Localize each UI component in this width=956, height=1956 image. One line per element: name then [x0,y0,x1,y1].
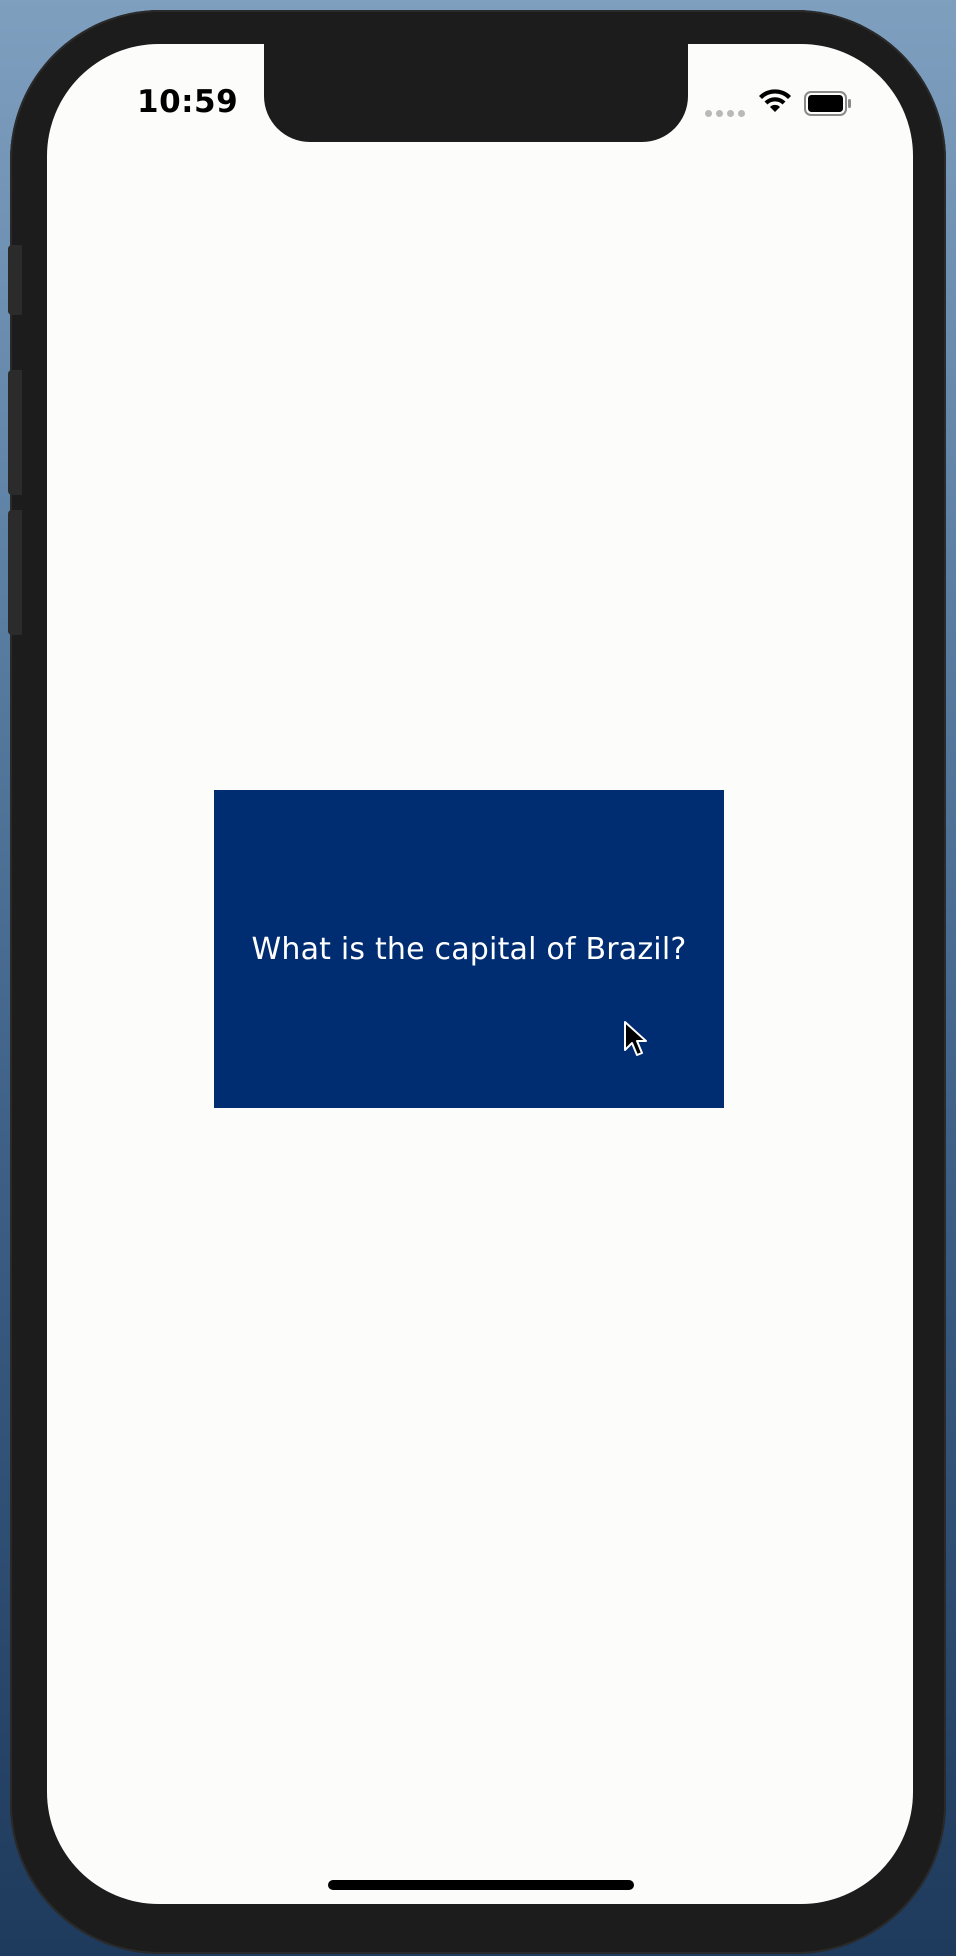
volume-down-button [8,510,22,635]
status-time: 10:59 [137,84,239,120]
signal-dots-icon [705,110,745,117]
flashcard-question: What is the capital of Brazil? [251,931,687,967]
volume-up-button [8,370,22,495]
flashcard[interactable]: What is the capital of Brazil? [214,790,724,1108]
home-indicator[interactable] [328,1880,634,1890]
mute-switch [8,245,22,315]
battery-icon [804,91,851,116]
wifi-icon [759,89,791,112]
notch [264,44,688,142]
